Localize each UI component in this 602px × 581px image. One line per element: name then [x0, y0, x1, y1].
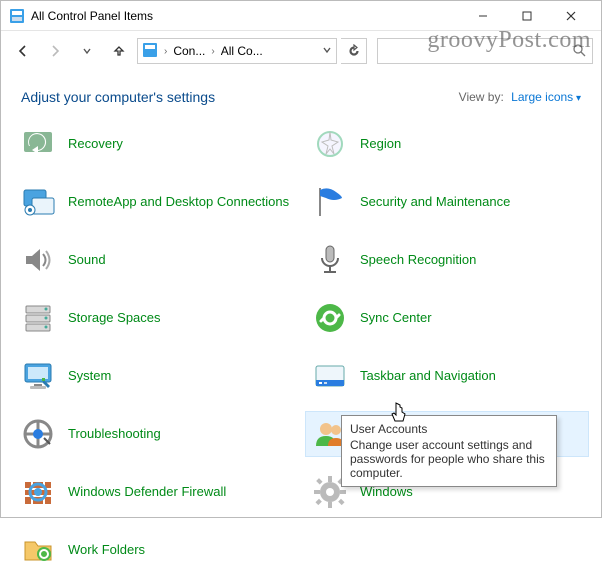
navbar: › Con... › All Co...	[1, 31, 601, 71]
storage-spaces-icon	[20, 300, 56, 336]
control-panel-app-icon	[9, 8, 25, 24]
item-region[interactable]: Region	[305, 121, 589, 167]
item-system[interactable]: System	[13, 353, 297, 399]
sound-icon	[20, 242, 56, 278]
item-speech-recognition[interactable]: Speech Recognition	[305, 237, 589, 283]
titlebar: All Control Panel Items	[1, 1, 601, 31]
view-by-label: View by:	[459, 90, 504, 104]
taskbar-icon	[312, 358, 348, 394]
refresh-button[interactable]	[341, 38, 367, 64]
sync-icon	[312, 300, 348, 336]
item-label: Troubleshooting	[68, 426, 161, 442]
region-icon	[312, 126, 348, 162]
chevron-right-icon: ›	[209, 46, 216, 57]
item-troubleshooting[interactable]: Troubleshooting	[13, 411, 297, 457]
forward-button[interactable]	[41, 37, 69, 65]
item-label: Taskbar and Navigation	[360, 368, 496, 384]
firewall-icon	[20, 474, 56, 510]
system-icon	[20, 358, 56, 394]
search-icon	[572, 43, 586, 60]
security-flag-icon	[312, 184, 348, 220]
item-label: Windows Defender Firewall	[68, 484, 226, 500]
microphone-icon	[312, 242, 348, 278]
item-label: Sync Center	[360, 310, 432, 326]
back-button[interactable]	[9, 37, 37, 65]
chevron-right-icon: ›	[162, 46, 169, 57]
item-taskbar-navigation[interactable]: Taskbar and Navigation	[305, 353, 589, 399]
breadcrumb-crumb-control-panel[interactable]: Con...	[173, 44, 205, 58]
close-button[interactable]	[549, 2, 593, 30]
item-remoteapp[interactable]: RemoteApp and Desktop Connections	[13, 179, 297, 225]
item-security-maintenance[interactable]: Security and Maintenance	[305, 179, 589, 225]
window-title: All Control Panel Items	[31, 9, 153, 23]
item-label: Work Folders	[68, 542, 145, 558]
item-work-folders[interactable]: Work Folders	[13, 527, 297, 573]
heading-row: Adjust your computer's settings View by:…	[1, 71, 601, 117]
control-panel-crumb-icon	[142, 42, 158, 61]
breadcrumb-dropdown-icon[interactable]	[322, 44, 332, 58]
item-label: RemoteApp and Desktop Connections	[68, 194, 289, 210]
item-label: Sound	[68, 252, 106, 268]
remoteapp-icon	[20, 184, 56, 220]
tooltip: User Accounts Change user account settin…	[341, 415, 557, 487]
item-label: Security and Maintenance	[360, 194, 510, 210]
tooltip-title: User Accounts	[350, 422, 548, 436]
troubleshooting-icon	[20, 416, 56, 452]
item-label: Speech Recognition	[360, 252, 476, 268]
item-label: Region	[360, 136, 401, 152]
view-by-dropdown[interactable]: Large icons	[511, 90, 581, 104]
item-windows-defender-firewall[interactable]: Windows Defender Firewall	[13, 469, 297, 515]
work-folders-icon	[20, 532, 56, 568]
item-sync-center[interactable]: Sync Center	[305, 295, 589, 341]
page-heading: Adjust your computer's settings	[21, 89, 215, 105]
search-input[interactable]	[377, 38, 593, 64]
recovery-icon	[20, 126, 56, 162]
items-grid: Recovery Region RemoteApp and Desktop Co…	[1, 117, 601, 581]
breadcrumb-crumb-all-items[interactable]: All Co...	[221, 44, 263, 58]
maximize-button[interactable]	[505, 2, 549, 30]
item-label: Storage Spaces	[68, 310, 161, 326]
recent-locations-dropdown[interactable]	[73, 37, 101, 65]
item-label: Recovery	[68, 136, 123, 152]
item-recovery[interactable]: Recovery	[13, 121, 297, 167]
breadcrumb[interactable]: › Con... › All Co...	[137, 38, 337, 64]
minimize-button[interactable]	[461, 2, 505, 30]
item-label: System	[68, 368, 111, 384]
item-sound[interactable]: Sound	[13, 237, 297, 283]
up-button[interactable]	[105, 37, 133, 65]
link-cursor-icon	[389, 401, 409, 428]
view-by: View by: Large icons	[459, 90, 581, 104]
item-storage-spaces[interactable]: Storage Spaces	[13, 295, 297, 341]
tooltip-body: Change user account settings and passwor…	[350, 438, 548, 480]
